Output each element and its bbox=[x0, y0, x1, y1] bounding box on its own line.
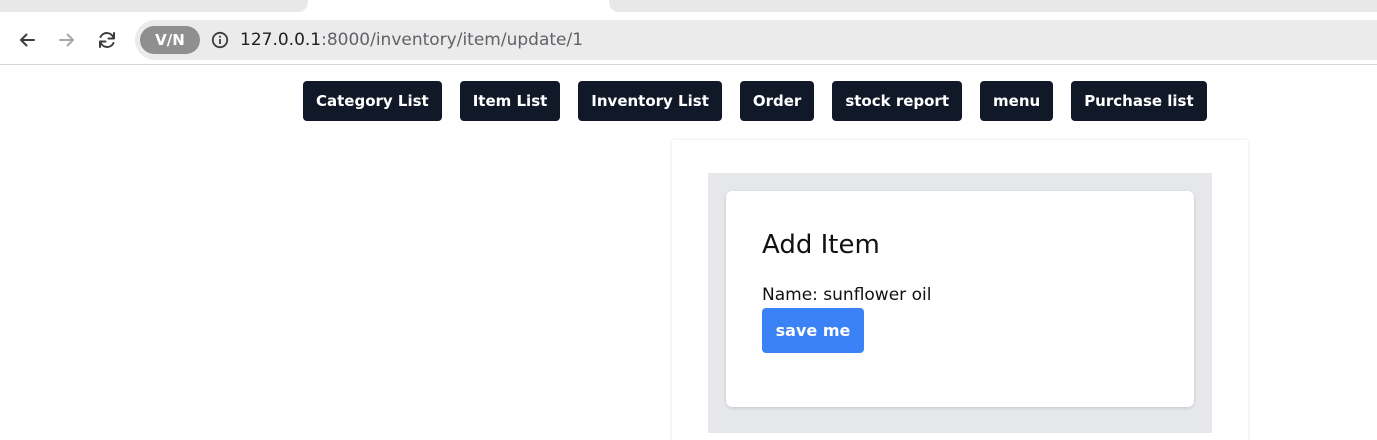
toolbar-divider bbox=[0, 64, 1377, 65]
arrow-left-icon bbox=[20, 33, 35, 47]
reload-icon bbox=[99, 32, 115, 48]
page-nav: Category List Item List Inventory List O… bbox=[303, 81, 1207, 121]
nav-order-button[interactable]: Order bbox=[739, 81, 815, 121]
url-host: 127.0.0.1 bbox=[240, 30, 322, 50]
url-path: :8000/inventory/item/update/1 bbox=[321, 30, 584, 50]
name-field-row: Name: sunflower oil bbox=[762, 284, 931, 306]
url-text[interactable]: 127.0.0.1:8000/inventory/item/update/1 bbox=[240, 20, 583, 60]
nav-inventory-list-button[interactable]: Inventory List bbox=[578, 81, 722, 121]
address-bar[interactable]: V∕N 127.0.0.1:8000/inventory/item/update… bbox=[135, 20, 1377, 60]
nav-purchase-list-button[interactable]: Purchase list bbox=[1071, 81, 1207, 121]
name-label: Name: bbox=[762, 285, 818, 305]
browser-toolbar: V∕N 127.0.0.1:8000/inventory/item/update… bbox=[0, 16, 1377, 64]
nav-menu-button[interactable]: menu bbox=[980, 81, 1054, 121]
nav-category-list-button[interactable]: Category List bbox=[303, 81, 442, 121]
tab-strip bbox=[0, 0, 1377, 16]
name-value: sunflower oil bbox=[823, 285, 932, 305]
save-button[interactable]: save me bbox=[762, 308, 864, 353]
forward-button[interactable] bbox=[55, 28, 79, 52]
arrow-right-icon bbox=[59, 33, 74, 47]
info-icon[interactable] bbox=[211, 31, 229, 49]
browser-tab-inactive[interactable] bbox=[0, 0, 308, 12]
vpn-badge[interactable]: V∕N bbox=[140, 26, 200, 54]
browser-tab-inactive[interactable] bbox=[609, 0, 1377, 12]
add-item-form: Add Item Name: sunflower oil save me bbox=[726, 191, 1194, 407]
nav-item-list-button[interactable]: Item List bbox=[459, 81, 561, 121]
reload-button[interactable] bbox=[95, 28, 119, 52]
back-button[interactable] bbox=[15, 28, 39, 52]
nav-stock-report-button[interactable]: stock report bbox=[832, 81, 963, 121]
form-title: Add Item bbox=[762, 230, 880, 260]
